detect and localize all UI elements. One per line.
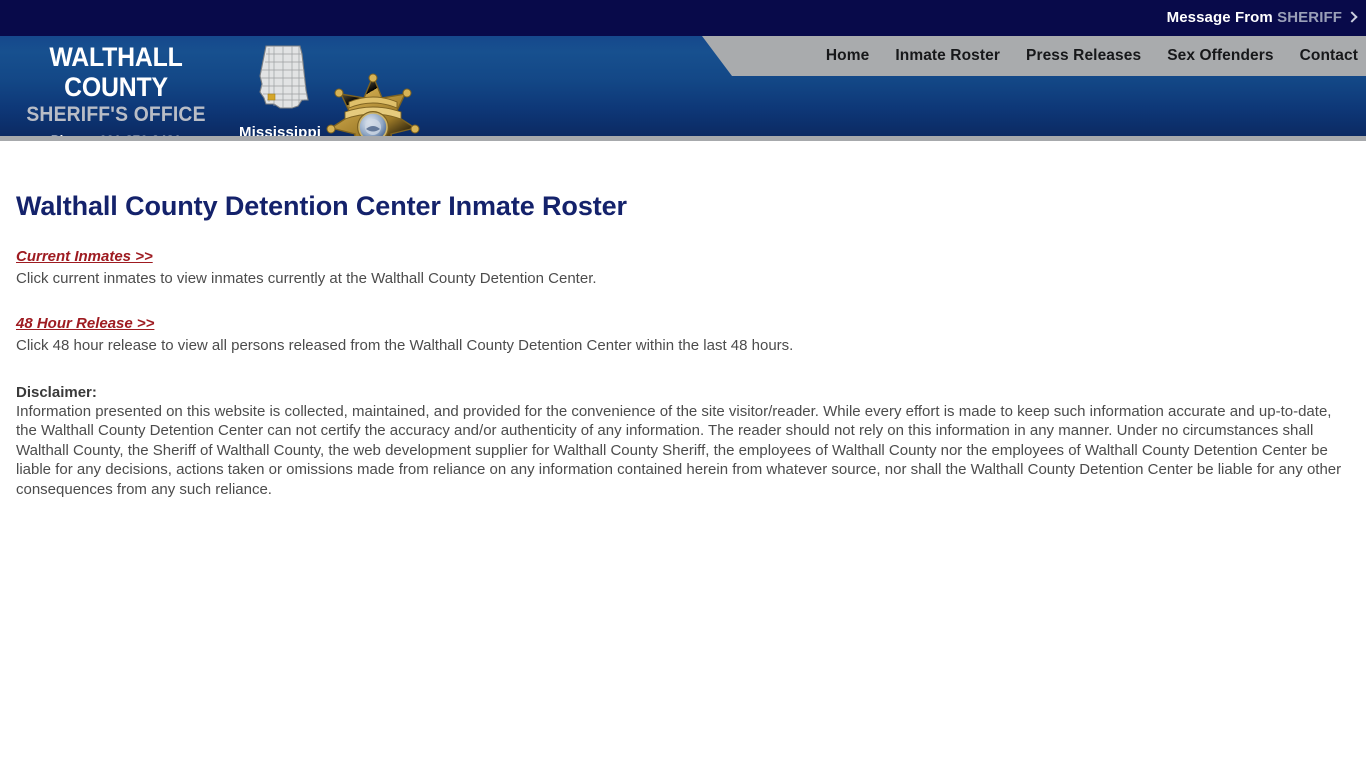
nav-item-inmate-roster[interactable]: Inmate Roster — [895, 47, 1000, 65]
agency-name: WALTHALL COUNTY — [49, 42, 183, 102]
mississippi-map-icon — [259, 45, 309, 109]
main-navigation-items: Home Inmate Roster Press Releases Sex Of… — [826, 36, 1358, 76]
chevron-right-icon — [1346, 11, 1358, 23]
sheriff-star-badge-icon — [326, 73, 420, 136]
48-hour-release-block: 48 Hour Release >> Click 48 hour release… — [16, 315, 1350, 356]
48-hour-release-description: Click 48 hour release to view all person… — [16, 337, 794, 354]
site-header: WALTHALL COUNTY SHERIFF'S OFFICE Phone: … — [0, 36, 1366, 136]
state-caption: Mississippi — [239, 124, 321, 136]
message-from-sheriff-emphasis: SHERIFF — [1277, 9, 1342, 26]
page-title: Walthall County Detention Center Inmate … — [16, 191, 627, 221]
current-inmates-description: Click current inmates to view inmates cu… — [16, 270, 597, 287]
message-from-sheriff-link[interactable]: Message From SHERIFF — [1166, 0, 1358, 36]
current-inmates-block: Current Inmates >> Click current inmates… — [16, 248, 1350, 289]
disclaimer-heading: Disclaimer: — [16, 384, 97, 401]
current-inmates-link[interactable]: Current Inmates >> — [16, 248, 153, 265]
agency-division: SHERIFF'S OFFICE — [26, 103, 206, 126]
agency-brand[interactable]: WALTHALL COUNTY SHERIFF'S OFFICE Phone: … — [0, 42, 232, 136]
48-hour-release-link[interactable]: 48 Hour Release >> — [16, 315, 154, 332]
mississippi-map-block: Mississippi — [238, 42, 322, 136]
disclaimer-text: Information presented on this website is… — [16, 403, 1342, 498]
message-from-sheriff-prefix: Message From — [1166, 9, 1278, 26]
top-utility-bar: Message From SHERIFF — [0, 0, 1366, 36]
nav-item-home[interactable]: Home — [826, 47, 869, 65]
nav-item-contact[interactable]: Contact — [1300, 47, 1358, 65]
nav-item-sex-offenders[interactable]: Sex Offenders — [1167, 47, 1273, 65]
sheriff-badge-block — [325, 72, 421, 136]
nav-item-press-releases[interactable]: Press Releases — [1026, 47, 1141, 65]
main-content: Walthall County Detention Center Inmate … — [0, 141, 1366, 499]
